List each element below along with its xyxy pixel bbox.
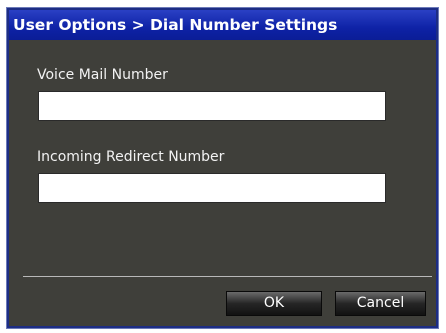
- cancel-button[interactable]: Cancel: [335, 291, 426, 316]
- voice-mail-number-label: Voice Mail Number: [37, 67, 168, 83]
- voice-mail-number-input[interactable]: [38, 91, 386, 121]
- footer-divider: [23, 276, 432, 277]
- dial-number-settings-dialog: User Options > Dial Number Settings Voic…: [7, 8, 438, 328]
- incoming-redirect-number-label: Incoming Redirect Number: [37, 149, 225, 165]
- dialog-title: User Options > Dial Number Settings: [9, 10, 436, 40]
- incoming-redirect-number-input[interactable]: [38, 173, 386, 203]
- ok-button[interactable]: OK: [226, 291, 322, 316]
